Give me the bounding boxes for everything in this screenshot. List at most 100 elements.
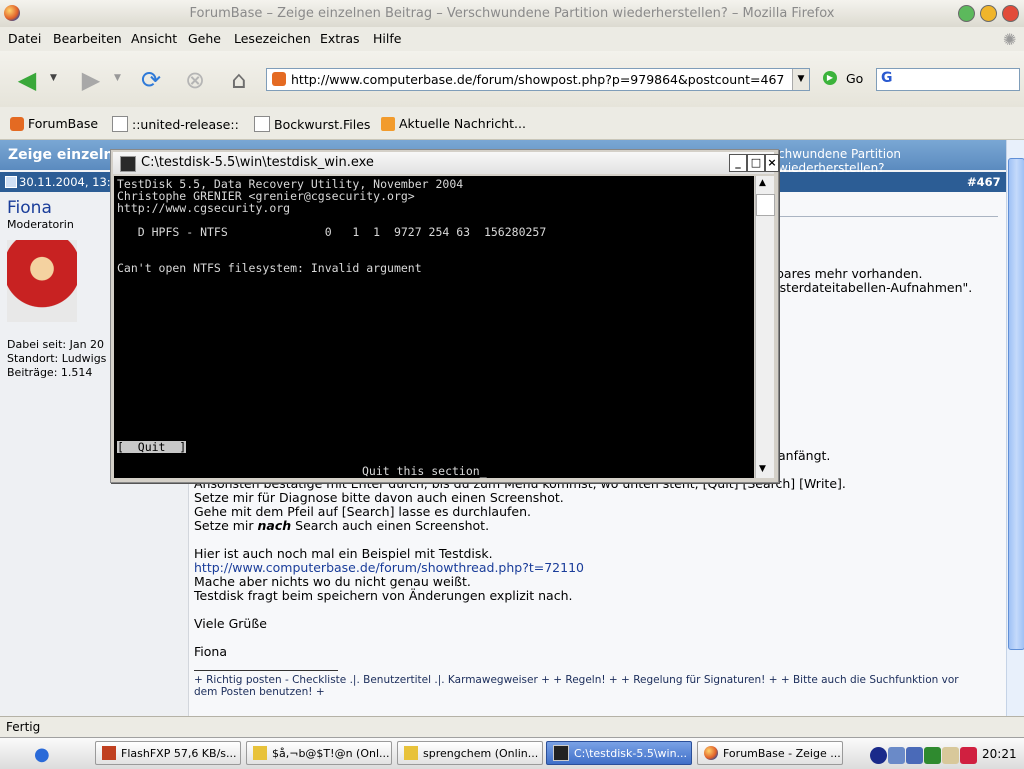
post-text-emphasis: nach — [257, 518, 292, 533]
quit-button[interactable]: [ Quit ] — [117, 441, 187, 453]
console-maximize-button[interactable]: □ — [747, 154, 765, 172]
signature-links[interactable]: + Richtig posten - Checkliste .|. Benutz… — [194, 674, 959, 686]
console-error: Can't open NTFS filesystem: Invalid argu… — [117, 261, 422, 275]
bookmark-united-release[interactable]: ::united-release:: — [112, 116, 239, 132]
post-text: Fiona — [194, 644, 227, 659]
bookmark-label: Bockwurst.Files — [274, 116, 371, 132]
back-dropdown-icon[interactable]: ▼ — [50, 73, 57, 83]
task-label: ForumBase - Zeige ... — [723, 746, 841, 760]
go-icon[interactable]: ▶ — [823, 71, 837, 85]
menu-bearbeiten[interactable]: Bearbeiten — [53, 31, 122, 46]
google-icon: G — [881, 70, 893, 86]
forumbase-favicon-icon — [10, 116, 24, 131]
console-window[interactable]: C:\testdisk-5.5\win\testdisk_win.exe _ □… — [110, 149, 779, 483]
task-testdisk[interactable]: C:\testdisk-5.5\win... — [546, 741, 692, 765]
bookmark-label: ForumBase — [28, 116, 99, 131]
post-text-part: Setze mir — [194, 518, 254, 533]
task-label: $å,¬b@$T!@n (Onl... — [272, 746, 390, 760]
tray-icon-1[interactable] — [870, 747, 887, 764]
home-icon[interactable]: ⌂ — [224, 65, 254, 95]
menu-datei[interactable]: Datei — [8, 31, 41, 46]
avatar — [7, 240, 77, 322]
page-icon — [112, 116, 128, 132]
menu-extras[interactable]: Extras — [320, 31, 360, 46]
reload-icon[interactable]: ⟳ — [136, 65, 166, 95]
post-text: Testdisk fragt beim speichern von Änderu… — [194, 588, 573, 603]
scrollbar-thumb[interactable] — [1008, 158, 1024, 650]
go-button[interactable]: Go — [846, 71, 863, 86]
tray-icon-5[interactable] — [942, 747, 959, 764]
page-icon — [254, 116, 270, 132]
user-joined: Dabei seit: Jan 20 — [7, 338, 105, 351]
tray-icon-4[interactable] — [924, 747, 941, 764]
flashfxp-icon — [102, 746, 116, 760]
navigation-toolbar: ◀ ▼ ▶ ▼ ⟳ ⊗ ⌂ http://www.computerbase.de… — [0, 51, 1024, 108]
task-chat-2[interactable]: sprengchem (Onlin... — [397, 741, 543, 765]
console-hint: Quit this section_ — [362, 464, 487, 478]
status-bar: Fertig — [0, 716, 1024, 738]
minimize-button[interactable] — [958, 5, 975, 22]
close-button[interactable] — [1002, 5, 1019, 22]
apple-icon[interactable]: ● — [34, 744, 50, 765]
console-minimize-button[interactable]: _ — [729, 154, 747, 172]
menu-hilfe[interactable]: Hilfe — [373, 31, 401, 46]
url-dropdown-icon[interactable]: ▼ — [792, 69, 809, 90]
forward-dropdown-icon[interactable]: ▼ — [114, 73, 121, 83]
console-line: http://www.cgsecurity.org — [117, 201, 291, 215]
back-icon[interactable]: ◀ — [12, 65, 42, 95]
search-input[interactable]: G — [876, 68, 1020, 91]
rss-icon — [381, 116, 395, 131]
url-text: http://www.computerbase.de/forum/showpos… — [291, 72, 785, 87]
post-text: Mache aber nichts wo du nicht genau weiß… — [194, 574, 471, 589]
post-text: Setze mir für Diagnose bitte davon auch … — [194, 490, 564, 505]
menu-lesezeichen[interactable]: Lesezeichen — [234, 31, 311, 46]
chat-icon — [253, 746, 267, 760]
url-input[interactable]: http://www.computerbase.de/forum/showpos… — [266, 68, 810, 91]
taskbar: ● FlashFXP 57,6 KB/s... $å,¬b@$T!@n (Onl… — [0, 737, 1024, 769]
user-location: Standort: Ludwigs — [7, 352, 107, 365]
user-posts: Beiträge: 1.514 — [7, 366, 93, 379]
bookmark-forumbase[interactable]: ForumBase — [10, 116, 98, 131]
console-icon — [120, 156, 136, 172]
forum-title-right: chwundene Partition wiederherstellen? — [778, 147, 902, 175]
window-titlebar: ForumBase – Zeige einzelnen Beitrag – Ve… — [0, 0, 1024, 28]
signature-divider — [194, 670, 338, 671]
menu-ansicht[interactable]: Ansicht — [131, 31, 177, 46]
menu-bar: Datei Bearbeiten Ansicht Gehe Lesezeiche… — [0, 27, 1024, 51]
tray-icon-3[interactable] — [906, 747, 923, 764]
console-scrollbar[interactable]: ▲ ▼ — [755, 176, 775, 478]
console-scroll-thumb[interactable] — [756, 194, 775, 216]
partial-text: anfängt. — [778, 448, 831, 463]
bookmark-aktuelle-nachrichten[interactable]: Aktuelle Nachricht... — [381, 116, 526, 131]
username[interactable]: Fiona — [7, 198, 52, 218]
stop-icon[interactable]: ⊗ — [180, 65, 210, 95]
console-close-button[interactable]: × — [765, 154, 779, 172]
task-label: sprengchem (Onlin... — [423, 746, 539, 760]
partition-row: D HPFS - NTFS 0 1 1 9727 254 63 15628025… — [117, 225, 547, 239]
task-chat-1[interactable]: $å,¬b@$T!@n (Onl... — [246, 741, 392, 765]
throbber-icon: ✺ — [1003, 30, 1017, 49]
task-firefox[interactable]: ForumBase - Zeige ... — [697, 741, 843, 765]
chat-icon — [404, 746, 418, 760]
bookmark-bockwurst[interactable]: Bockwurst.Files — [254, 116, 370, 132]
user-rank: Moderatorin — [7, 218, 74, 231]
task-flashfxp[interactable]: FlashFXP 57,6 KB/s... — [95, 741, 241, 765]
post-icon — [5, 176, 17, 188]
maximize-button[interactable] — [980, 5, 997, 22]
thread-link[interactable]: http://www.computerbase.de/forum/showthr… — [194, 560, 584, 575]
console-titlebar[interactable]: C:\testdisk-5.5\win\testdisk_win.exe _ □… — [113, 152, 779, 174]
tray-icon-2[interactable] — [888, 747, 905, 764]
console-screen[interactable]: TestDisk 5.5, Data Recovery Utility, Nov… — [114, 176, 754, 478]
menu-gehe[interactable]: Gehe — [188, 31, 221, 46]
forward-icon[interactable]: ▶ — [76, 65, 106, 95]
page-scrollbar[interactable] — [1006, 140, 1024, 716]
bookmark-label: ::united-release:: — [132, 116, 239, 132]
site-favicon-icon — [272, 72, 286, 86]
signature-links[interactable]: dem Posten benutzen! + — [194, 686, 325, 698]
partial-text: asterdateitabellen-Aufnahmen". — [772, 280, 973, 295]
tray-icon-6[interactable] — [960, 747, 977, 764]
firefox-icon — [704, 746, 718, 760]
scroll-down-icon[interactable]: ▼ — [759, 464, 766, 474]
scroll-up-icon[interactable]: ▲ — [759, 178, 766, 188]
post-number[interactable]: #467 — [967, 175, 1001, 189]
